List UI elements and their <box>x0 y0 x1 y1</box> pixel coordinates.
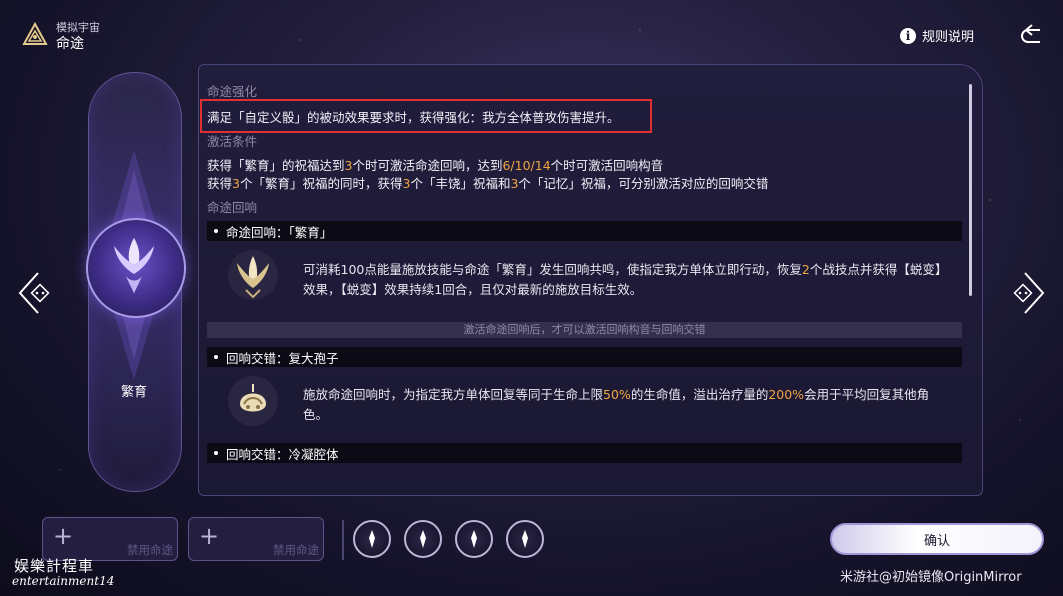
activate-line-1: 获得「繁育」的祝福达到3个时可激活命途回响，达到6/10/14个时可激活回响构音 <box>207 158 664 173</box>
blessing-slot-4[interactable] <box>506 520 544 558</box>
info-icon: i <box>900 27 916 44</box>
watermark-cn: 娱樂計程車 <box>14 557 95 575</box>
bottom-separator <box>342 520 344 560</box>
blessing-gem-icon <box>522 530 528 548</box>
simulated-universe-logo-icon <box>22 22 48 45</box>
previous-path-arrow-icon[interactable] <box>16 270 62 316</box>
confirm-button[interactable]: 确认 <box>830 523 1044 555</box>
page-title: 命途 <box>56 36 84 52</box>
details-scrollbar[interactable] <box>969 84 972 296</box>
blessing-gem-icon <box>420 530 426 548</box>
section-title-activate: 激活条件 <box>207 134 258 149</box>
crossing-1-icon <box>228 376 278 426</box>
activate-line-2: 获得3个「繁育」祝福的同时，获得3个「丰饶」祝福和3个「记忆」祝福，可分别激活对… <box>207 176 769 191</box>
path-name: 繁育 <box>120 385 147 400</box>
watermark-source: 米游社@初始镜像OriginMirror <box>840 570 1022 585</box>
disable-path-slot-2[interactable]: + 禁用命途 <box>188 517 324 561</box>
highlight-annotation-box <box>200 99 652 133</box>
echo-title-bar: 命途回响：「繁育」 <box>207 221 962 241</box>
plus-icon: + <box>199 522 220 550</box>
disable-path-label-1: 禁用命途 <box>127 543 173 557</box>
echo-divider: 激活命途回响后，才可以激活回响构音与回响交错 <box>207 322 962 338</box>
propagation-path-icon <box>114 238 154 294</box>
rules-button[interactable]: i 规则说明 <box>900 26 974 45</box>
blessing-slot-2[interactable] <box>404 520 442 558</box>
watermark-en: entertainment14 <box>12 574 115 588</box>
back-icon[interactable] <box>1020 22 1046 46</box>
section-title-echo: 命途回响 <box>207 200 258 215</box>
section-title-enhance: 命途强化 <box>207 84 258 99</box>
disable-path-label-2: 禁用命途 <box>273 543 319 557</box>
next-path-arrow-icon[interactable] <box>1001 270 1047 316</box>
echo-description: 可消耗100点能量施放技能与命途「繁育」发生回响共鸣，使指定我方单体立即行动，恢… <box>303 262 948 297</box>
blessing-slot-1[interactable] <box>353 520 391 558</box>
plus-icon: + <box>53 522 74 550</box>
blessing-slot-3[interactable] <box>455 520 493 558</box>
crossing-1-title-bar: 回响交错：复大孢子 <box>207 347 962 367</box>
crossing-1-description: 施放命途回响时，为指定我方单体回复等同于生命上限50%的生命值，溢出治疗量的20… <box>303 387 930 422</box>
blessing-gem-icon <box>471 530 477 548</box>
crossing-2-title-bar: 回响交错：冷凝腔体 <box>207 443 962 463</box>
rules-label: 规则说明 <box>922 30 975 45</box>
blessing-gem-icon <box>369 530 375 548</box>
path-echo-icon <box>228 250 278 300</box>
